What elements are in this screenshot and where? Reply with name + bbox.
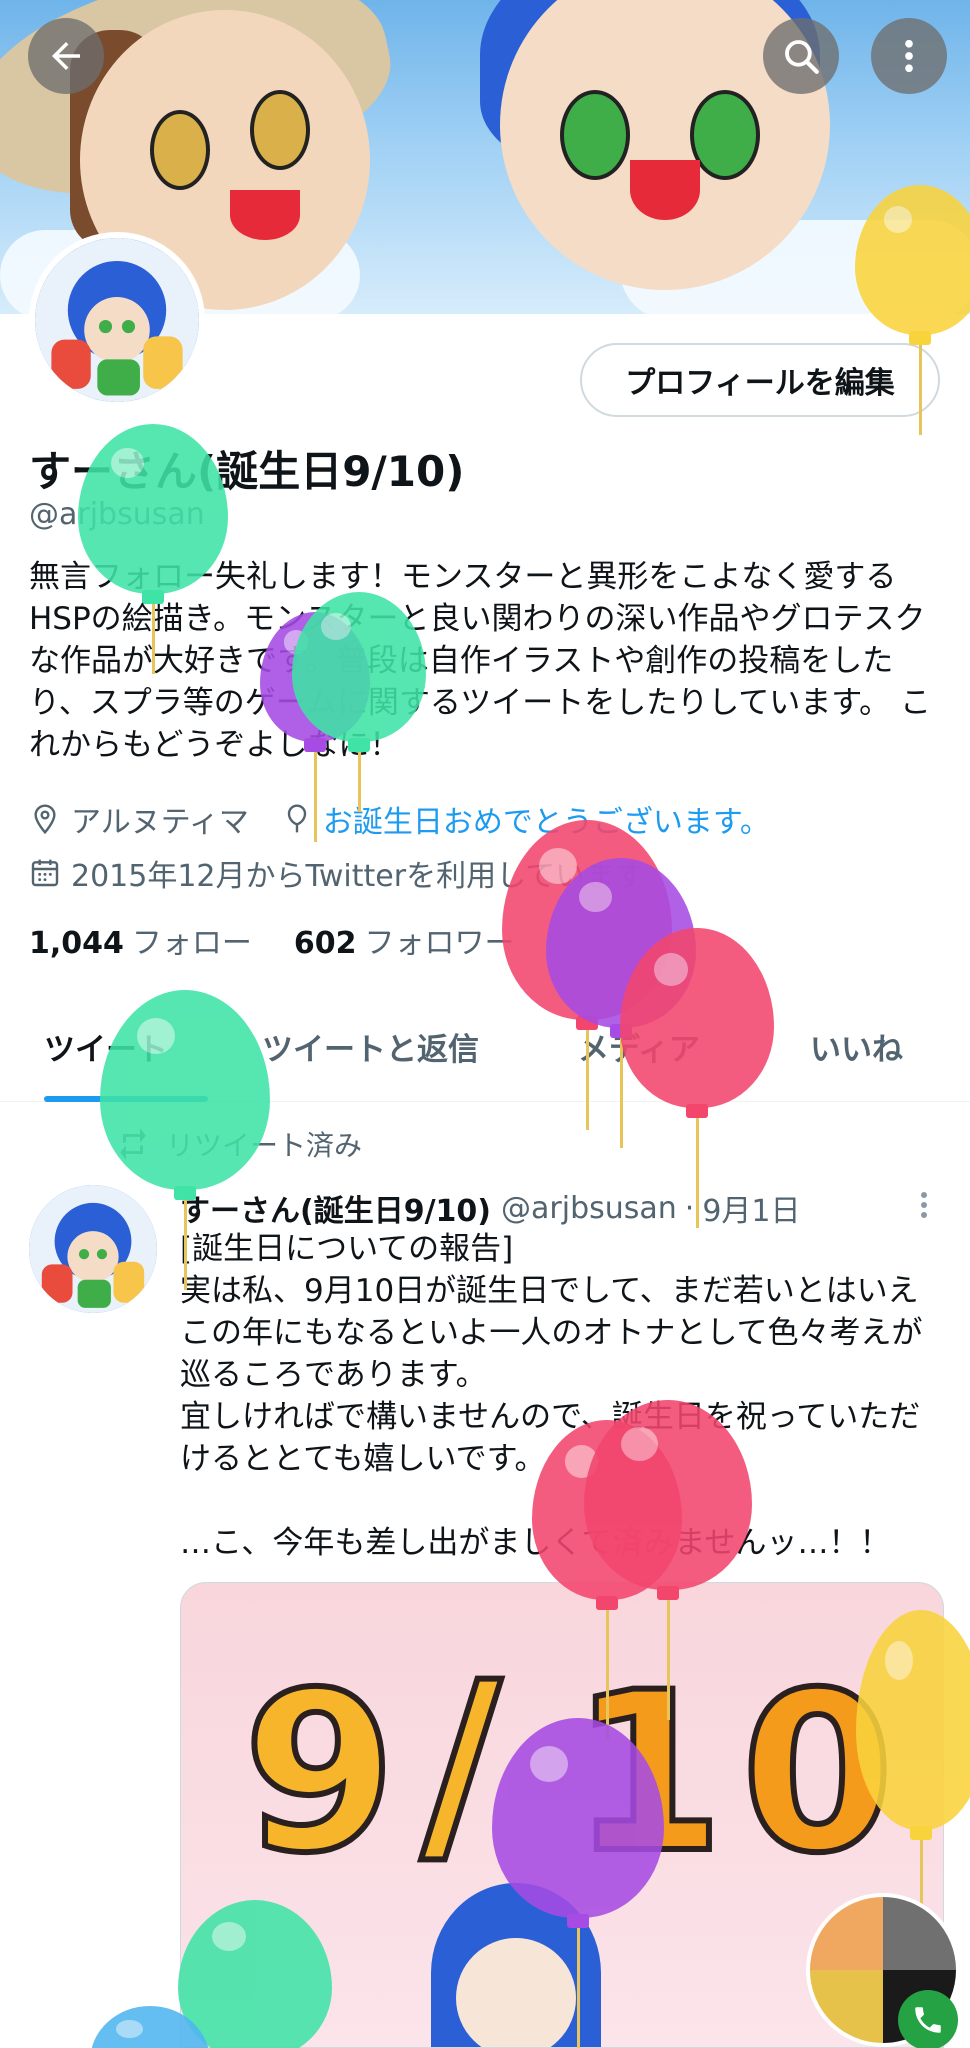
banner-eye	[690, 90, 760, 180]
followers-count: 602	[293, 926, 357, 961]
profile-location: アルヌティマ	[71, 805, 249, 840]
profile-avatar[interactable]	[29, 232, 205, 408]
banner-eye	[150, 110, 210, 190]
following-label: フォロー	[131, 926, 252, 961]
tab-tweets-and-replies[interactable]: ツイートと返信	[262, 990, 479, 1102]
tab-likes-label: いいね	[810, 1031, 903, 1068]
balloon-decoration	[292, 592, 426, 816]
more-dot	[921, 1192, 927, 1198]
following-stat[interactable]: 1,044 フォロー	[29, 918, 252, 962]
balloon-decoration	[620, 928, 774, 1232]
balloon-decoration	[855, 185, 970, 439]
profile-follow-stats: 1,044 フォロー 602 フォロワー	[29, 918, 515, 962]
search-button[interactable]	[763, 18, 839, 94]
balloon-decoration	[78, 424, 228, 678]
banner-mouth	[230, 190, 300, 240]
arrow-left-icon	[52, 42, 80, 70]
phone-icon	[915, 2007, 941, 2033]
balloon-decoration	[100, 990, 270, 1294]
banner-mouth	[630, 160, 700, 220]
tweet-more-button[interactable]	[918, 1188, 930, 1222]
more-vertical-icon	[905, 39, 913, 73]
calendar-icon	[31, 859, 59, 887]
more-dot	[921, 1212, 927, 1218]
more-options-button[interactable]	[871, 18, 947, 94]
following-count: 1,044	[29, 926, 124, 961]
search-icon	[785, 40, 819, 74]
followers-stat[interactable]: 602 フォロワー	[294, 918, 515, 962]
phone-badge[interactable]	[898, 1990, 958, 2048]
banner-eye	[250, 90, 310, 170]
avatar-illustration	[35, 238, 199, 402]
balloon-decoration	[492, 1718, 664, 2048]
banner-eye	[560, 90, 630, 180]
more-dot	[921, 1202, 927, 1208]
image-slash: /	[418, 1635, 504, 1891]
tab-likes[interactable]: いいね	[810, 990, 903, 1102]
location-pin-icon	[34, 804, 56, 835]
balloon-decoration	[584, 1400, 752, 1724]
tab-tweets-and-replies-label: ツイートと返信	[262, 1031, 479, 1068]
followers-label: フォロワー	[364, 926, 515, 961]
image-digit: 9	[240, 1645, 399, 1901]
back-button[interactable]	[28, 18, 104, 94]
balloon-decoration	[90, 2006, 210, 2048]
